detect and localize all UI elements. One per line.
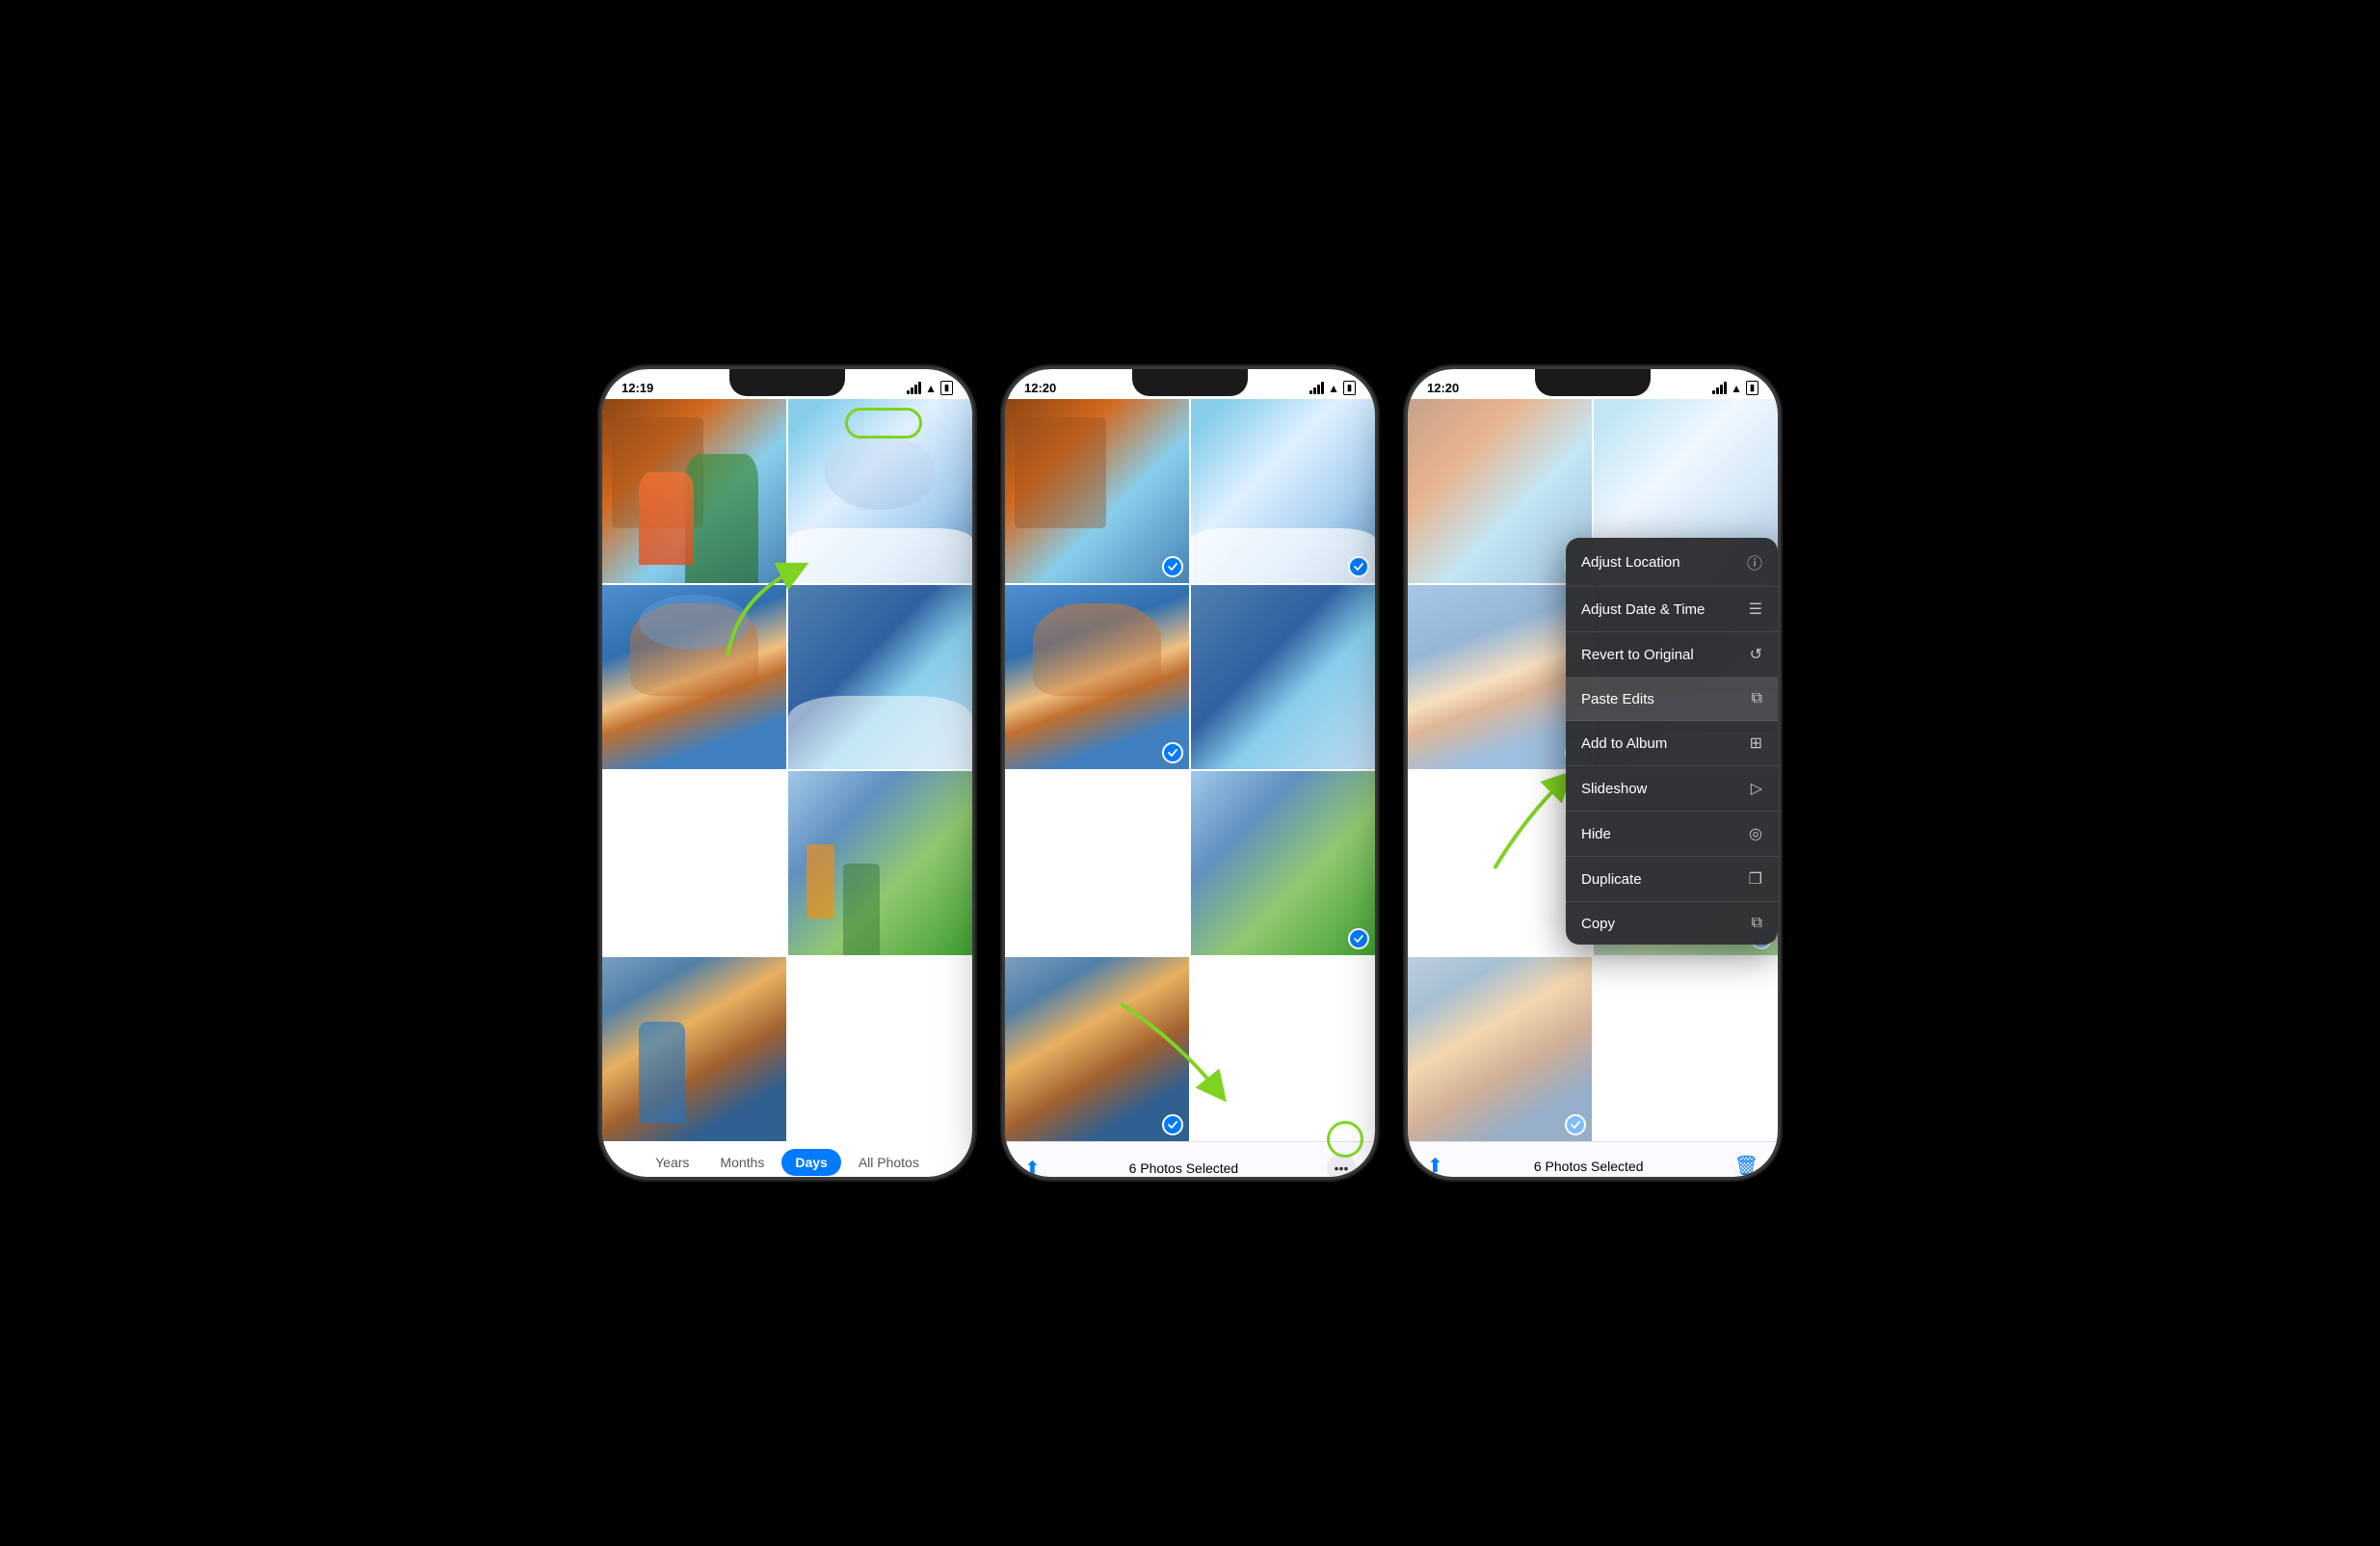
phone-1-inner: 12:19 ▲ ▮ — [602, 369, 972, 1177]
photo-cell-3-6 — [1408, 957, 1592, 1141]
share-icon-3[interactable]: ⬆ — [1427, 1154, 1443, 1177]
signal-icon-1 — [907, 382, 921, 394]
location-icon: ⓘ — [1747, 550, 1762, 573]
menu-copy[interactable]: Copy ⧉ — [1566, 902, 1778, 945]
photo-cell-2-5[interactable] — [1191, 771, 1375, 955]
selected-count-3: 6 Photos Selected — [1534, 1159, 1644, 1174]
photo-cell-1-5[interactable] — [788, 771, 972, 955]
photo-grid-2 — [1005, 399, 1375, 1141]
check-badge-2-5 — [1348, 928, 1369, 949]
check-badge-2-2 — [1348, 556, 1369, 577]
share-icon-2[interactable]: ⬆ — [1024, 1157, 1041, 1178]
signal-icon-3 — [1712, 382, 1727, 394]
phone-1: 12:19 ▲ ▮ — [599, 366, 975, 1180]
photo-cell-1-6[interactable] — [602, 957, 786, 1141]
check-badge-2-1 — [1162, 556, 1183, 577]
phone-2-inner: 12:20 ▲ ▮ — [1005, 369, 1375, 1177]
menu-adjust-location[interactable]: Adjust Location ⓘ — [1566, 538, 1778, 587]
photo-cell-2-4[interactable] — [1191, 585, 1375, 769]
status-time-3: 12:20 — [1427, 381, 1459, 395]
period-all-1[interactable]: All Photos — [845, 1149, 933, 1176]
check-badge-2-6 — [1162, 1114, 1183, 1135]
photo-cell-1-4[interactable] — [788, 585, 972, 769]
duplicate-icon: ❐ — [1749, 869, 1762, 889]
period-selector-1: Years Months Days All Photos — [602, 1141, 972, 1177]
paste-icon: ⧉ — [1752, 690, 1762, 707]
menu-duplicate[interactable]: Duplicate ❐ — [1566, 857, 1778, 902]
period-days-1[interactable]: Days — [781, 1149, 840, 1176]
photo-grid-1 — [602, 399, 972, 1141]
notch-3 — [1535, 369, 1651, 396]
check-badge-2-3 — [1162, 742, 1183, 763]
photo-cell-1-3[interactable] — [602, 585, 786, 769]
notch-1 — [729, 369, 845, 396]
status-icons-1: ▲ ▮ — [907, 381, 953, 395]
photo-cell-1-1[interactable] — [602, 399, 786, 583]
status-time-1: 12:19 — [621, 381, 653, 395]
menu-hide[interactable]: Hide ◎ — [1566, 812, 1778, 857]
menu-slideshow[interactable]: Slideshow ▷ — [1566, 766, 1778, 812]
status-icons-2: ▲ ▮ — [1309, 381, 1356, 395]
three-dots-button-2[interactable]: ••• — [1327, 1154, 1356, 1177]
selected-count-2: 6 Photos Selected — [1129, 1160, 1239, 1176]
status-icons-3: ▲ ▮ — [1712, 381, 1759, 395]
photo-cell-2-1[interactable] — [1005, 399, 1189, 583]
signal-icon-2 — [1309, 382, 1324, 394]
battery-icon-2: ▮ — [1343, 381, 1356, 395]
action-bar-3: ⬆ 6 Photos Selected 🗑 — [1408, 1141, 1778, 1177]
phone-2: 12:20 ▲ ▮ — [1002, 366, 1378, 1180]
wifi-icon-1: ▲ — [925, 382, 937, 395]
period-months-1[interactable]: Months — [706, 1149, 778, 1176]
photo-cell-2-6[interactable] — [1005, 957, 1189, 1141]
wifi-icon-3: ▲ — [1731, 382, 1742, 395]
status-time-2: 12:20 — [1024, 381, 1056, 395]
menu-adjust-datetime[interactable]: Adjust Date & Time ☰ — [1566, 587, 1778, 632]
copy-icon: ⧉ — [1752, 915, 1762, 932]
delete-icon-3[interactable]: 🗑 — [1734, 1154, 1759, 1177]
photo-cell-1-2[interactable] — [788, 399, 972, 583]
action-bar-2: ⬆ 6 Photos Selected ••• — [1005, 1141, 1375, 1177]
hide-icon: ◎ — [1749, 824, 1762, 843]
menu-paste-edits[interactable]: Paste Edits ⧉ — [1566, 678, 1778, 721]
battery-icon-3: ▮ — [1746, 381, 1759, 395]
wifi-icon-2: ▲ — [1328, 382, 1339, 395]
slideshow-icon: ▷ — [1751, 779, 1762, 798]
revert-icon: ↺ — [1750, 645, 1762, 664]
notch-2 — [1132, 369, 1248, 396]
photo-cell-3-1 — [1408, 399, 1592, 583]
photo-cell-2-3[interactable] — [1005, 585, 1189, 769]
context-menu-3[interactable]: Adjust Location ⓘ Adjust Date & Time ☰ R… — [1566, 538, 1778, 945]
phone-3-inner: 12:20 ▲ ▮ — [1408, 369, 1778, 1177]
datetime-icon: ☰ — [1749, 600, 1762, 619]
menu-add-album[interactable]: Add to Album ⊞ — [1566, 721, 1778, 766]
menu-revert-original[interactable]: Revert to Original ↺ — [1566, 632, 1778, 678]
phone-3: 12:20 ▲ ▮ — [1405, 366, 1781, 1180]
period-years-1[interactable]: Years — [642, 1149, 702, 1176]
photo-cell-3-3 — [1408, 585, 1592, 769]
photo-cell-2-2[interactable] — [1191, 399, 1375, 583]
check-badge-3-6 — [1565, 1114, 1586, 1135]
battery-icon-1: ▮ — [940, 381, 953, 395]
album-icon: ⊞ — [1750, 733, 1762, 753]
screenshot-container: 12:19 ▲ ▮ — [599, 366, 1781, 1180]
